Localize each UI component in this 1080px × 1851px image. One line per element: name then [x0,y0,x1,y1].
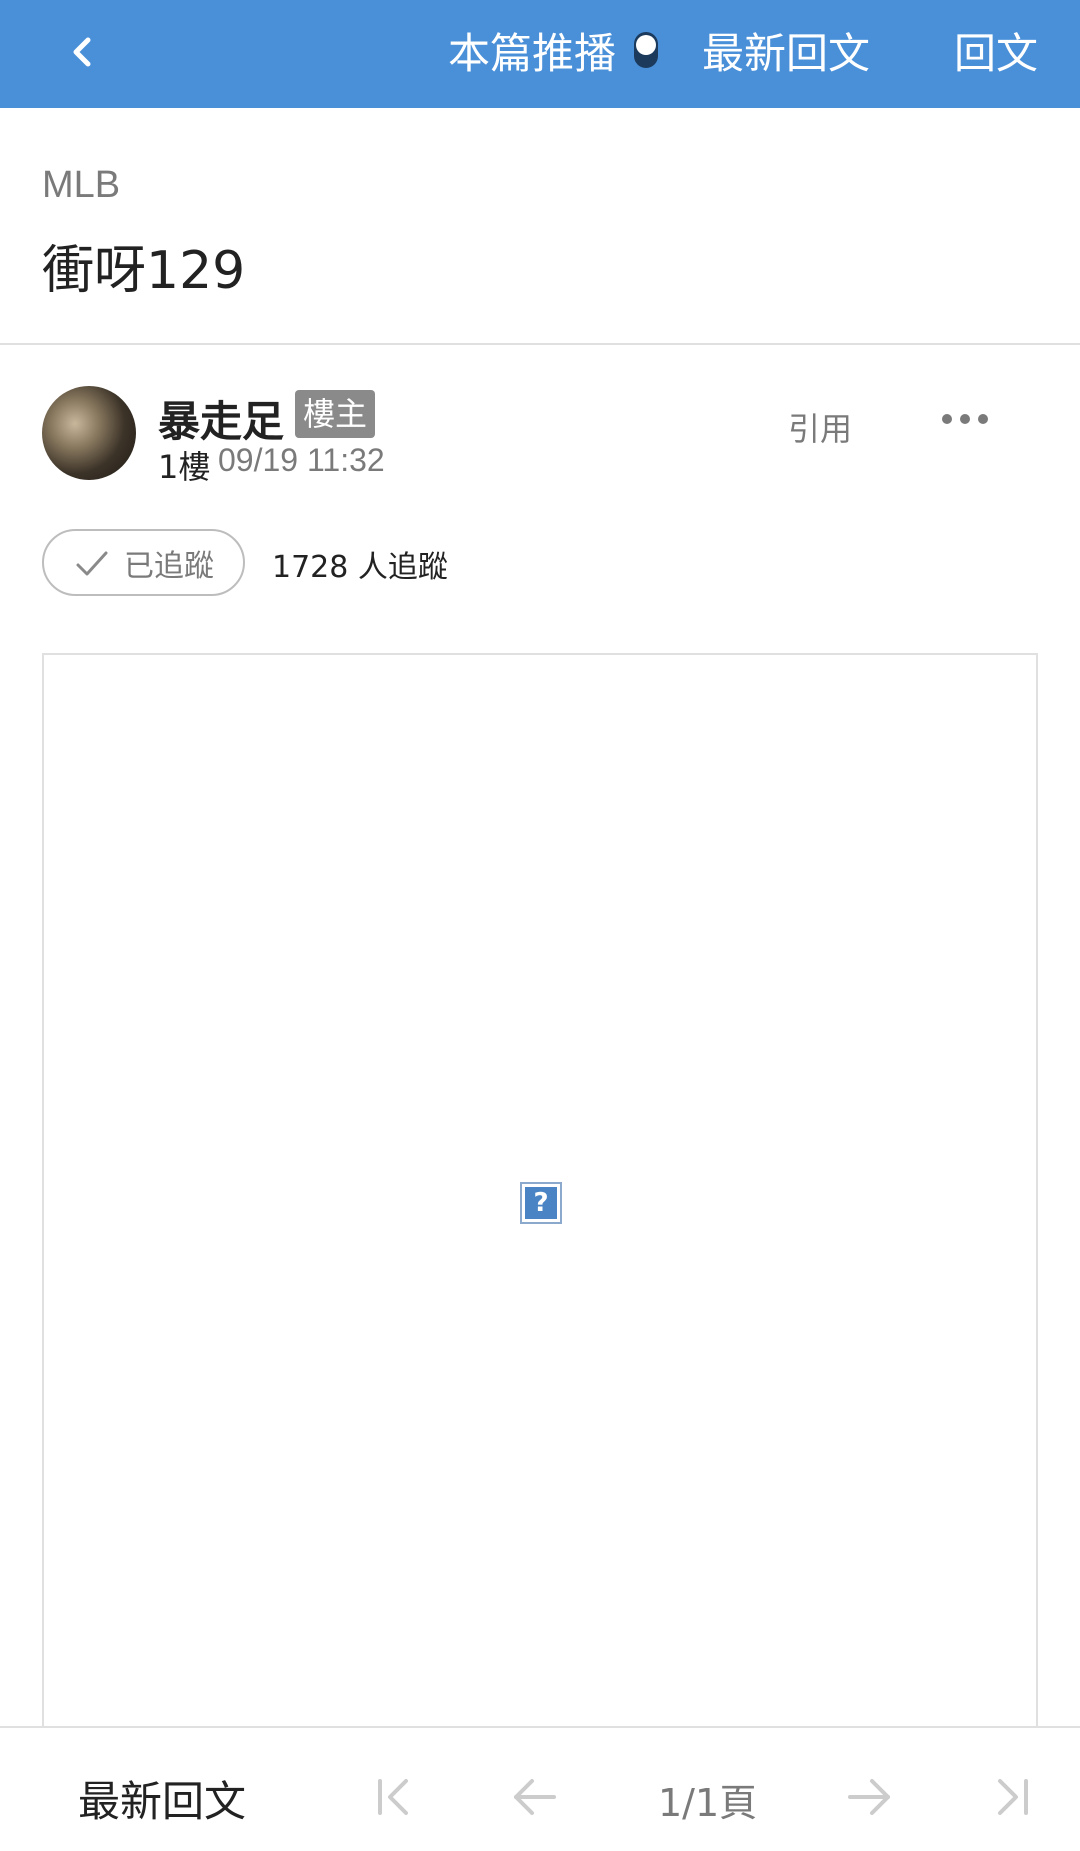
post-title: 衝呀129 [42,241,246,301]
post-time: 09/19 11:32 [218,442,385,478]
header-divider [0,343,1080,345]
reply-button[interactable]: 回文 [954,24,1038,84]
check-icon [76,551,108,575]
follower-count: 1728 人追蹤 [272,550,448,585]
follow-button-label: 已追蹤 [124,548,214,584]
broken-image-glyph: ? [525,1187,557,1219]
arrow-left-icon[interactable] [510,1772,560,1822]
push-toggle[interactable] [634,32,658,68]
quote-button[interactable]: 引用 [788,404,852,450]
page-indicator[interactable]: 1/1頁 [658,1772,757,1827]
board-name[interactable]: MLB [42,164,120,207]
follow-button[interactable]: 已追蹤 [42,529,245,596]
more-options-button[interactable] [942,404,988,434]
author-name[interactable]: 暴走足 [158,388,284,449]
push-notification-label[interactable]: 本篇推播 [448,24,616,84]
avatar[interactable] [42,386,136,480]
bottom-latest-reply-link[interactable]: 最新回文 [78,1768,246,1829]
bottom-bar: 最新回文 1/1頁 [0,1726,1080,1851]
ellipsis-icon-dot [960,414,970,424]
toggle-knob [636,35,656,55]
ellipsis-icon-dot [978,414,988,424]
back-button[interactable] [52,22,112,82]
arrow-right-icon[interactable] [844,1772,894,1822]
post-content: ? [42,653,1038,1733]
broken-image-icon[interactable]: ? [520,1182,562,1224]
ellipsis-icon-dot [942,414,952,424]
last-page-icon[interactable] [986,1772,1036,1822]
op-badge: 樓主 [295,390,376,438]
latest-reply-link[interactable]: 最新回文 [702,24,870,84]
chevron-left-icon [73,37,91,67]
top-bar: 本篇推播 最新回文 回文 [0,0,1080,108]
floor-number: 1樓 [158,448,211,486]
first-page-icon[interactable] [370,1772,420,1822]
